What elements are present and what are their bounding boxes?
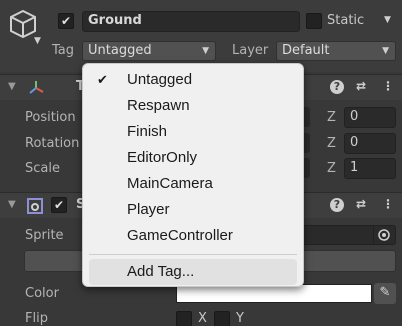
static-checkbox[interactable] <box>306 13 322 29</box>
preset-icon[interactable]: ⇄ <box>356 197 366 211</box>
static-label: Static <box>327 13 365 28</box>
sprite-label: Sprite <box>25 228 64 243</box>
menu-separator <box>89 254 297 255</box>
menu-item-respawn[interactable]: Respawn <box>83 93 303 119</box>
menu-item-gamecontroller[interactable]: GameController <box>83 223 303 249</box>
chevron-down-icon: ▼ <box>382 46 389 56</box>
active-checkbox[interactable]: ✔ <box>58 13 74 29</box>
help-icon[interactable]: ? <box>330 80 344 94</box>
tag-label: Tag <box>52 43 75 58</box>
menu-item-label: Untagged <box>127 71 193 88</box>
menu-item-add-tag[interactable]: Add Tag... <box>89 259 297 285</box>
more-options-icon[interactable]: ⋮ <box>382 197 394 211</box>
menu-item-label: MainCamera <box>127 175 213 192</box>
foldout-arrow-icon[interactable]: ▼ <box>8 81 16 92</box>
menu-item-untagged[interactable]: ✔ Untagged <box>83 67 303 93</box>
menu-item-label: Player <box>127 201 170 218</box>
tag-dropdown-value: Untagged <box>88 43 152 58</box>
position-z-field[interactable]: 0 <box>344 107 396 128</box>
menu-item-label: Respawn <box>127 97 190 114</box>
sprite-renderer-icon <box>26 197 44 215</box>
tag-dropdown-menu: ✔ Untagged Respawn Finish EditorOnly Mai… <box>82 63 304 287</box>
icon-dropdown-caret[interactable]: ▼ <box>34 36 41 46</box>
layer-dropdown-value: Default <box>282 43 330 58</box>
scale-z-field[interactable]: 1 <box>344 158 396 179</box>
layer-label: Layer <box>232 43 269 58</box>
gameobject-header: ▼ ✔ Ground Static ▼ Tag Untagged ▼ Layer… <box>0 0 402 72</box>
help-icon[interactable]: ? <box>330 198 344 212</box>
checkmark-icon: ✔ <box>97 72 108 87</box>
preset-icon[interactable]: ⇄ <box>356 79 366 93</box>
flip-label: Flip <box>25 311 48 326</box>
menu-item-player[interactable]: Player <box>83 197 303 223</box>
position-z-label[interactable]: Z <box>327 110 336 125</box>
menu-item-label: EditorOnly <box>127 149 198 166</box>
tag-dropdown[interactable]: Untagged ▼ <box>82 41 216 61</box>
menu-item-label: Finish <box>127 123 168 140</box>
rotation-label: Rotation <box>25 136 80 151</box>
rotation-z-label[interactable]: Z <box>327 136 336 151</box>
gameobject-name-field[interactable]: Ground <box>82 11 300 32</box>
object-picker-icon[interactable] <box>374 225 396 245</box>
static-dropdown-caret[interactable]: ▼ <box>384 15 391 25</box>
flip-y-checkbox[interactable] <box>214 311 230 326</box>
more-options-icon[interactable]: ⋮ <box>382 79 394 93</box>
scale-z-label[interactable]: Z <box>327 161 336 176</box>
eyedropper-icon[interactable]: ✎ <box>374 283 396 304</box>
sprite-field-edge[interactable] <box>300 225 374 245</box>
foldout-arrow-icon[interactable]: ▼ <box>8 199 16 210</box>
transform-icon <box>27 79 45 97</box>
scale-label: Scale <box>25 161 60 176</box>
menu-item-editoronly[interactable]: EditorOnly <box>83 145 303 171</box>
sprite-renderer-enabled-checkbox[interactable]: ✔ <box>51 197 67 213</box>
menu-item-label: Add Tag... <box>127 263 195 280</box>
layer-dropdown[interactable]: Default ▼ <box>276 41 396 61</box>
color-label: Color <box>25 286 59 301</box>
position-label: Position <box>25 110 76 125</box>
menu-item-maincamera[interactable]: MainCamera <box>83 171 303 197</box>
flip-x-label: X <box>198 311 207 326</box>
flip-y-label: Y <box>236 311 244 326</box>
menu-item-label: GameController <box>127 227 233 244</box>
rotation-z-field[interactable]: 0 <box>344 133 396 154</box>
flip-x-checkbox[interactable] <box>176 311 192 326</box>
chevron-down-icon: ▼ <box>202 46 209 56</box>
menu-item-finish[interactable]: Finish <box>83 119 303 145</box>
